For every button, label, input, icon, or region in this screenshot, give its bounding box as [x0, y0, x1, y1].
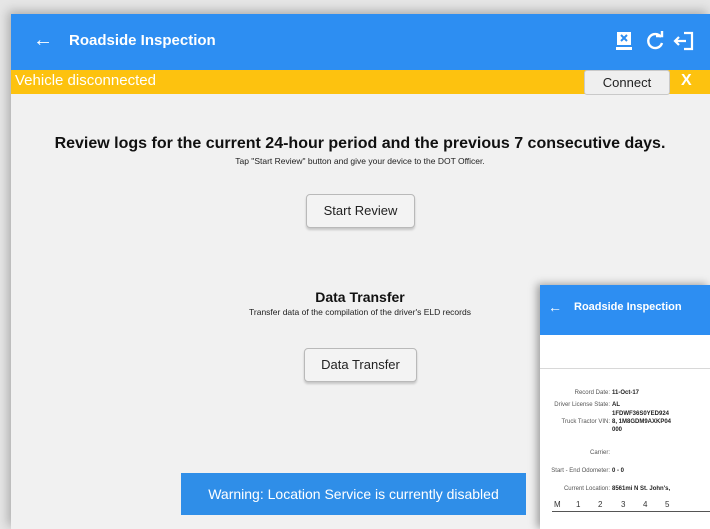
graph-axis-label: 1 [576, 500, 581, 509]
back-arrow-icon[interactable]: ← [33, 28, 53, 52]
data-transfer-button[interactable]: Data Transfer [304, 348, 417, 382]
logout-icon[interactable] [673, 30, 695, 52]
connect-button[interactable]: Connect [584, 70, 670, 95]
preview-title: Roadside Inspection [574, 301, 682, 313]
preview-back-arrow-icon[interactable]: ← [548, 299, 562, 315]
inspection-preview-panel: ← Roadside Inspection Record Date: 11-Oc… [540, 285, 710, 529]
preview-divider [540, 368, 710, 369]
export-icon[interactable] [613, 30, 635, 52]
close-icon[interactable]: X [681, 72, 692, 90]
location-warning-toast: Warning: Location Service is currently d… [181, 473, 526, 515]
graph-axis-label: 4 [643, 500, 648, 509]
banner-message: Vehicle disconnected [15, 72, 156, 89]
app-bar: ← Roadside Inspection [11, 14, 710, 70]
refresh-icon[interactable] [644, 30, 666, 52]
review-instructions: Tap "Start Review" button and give your … [235, 156, 485, 166]
preview-app-bar: ← Roadside Inspection [540, 285, 710, 335]
start-review-button[interactable]: Start Review [306, 194, 415, 228]
graph-grid-line [552, 511, 710, 514]
review-heading: Review logs for the current 24-hour peri… [54, 135, 666, 152]
vehicle-status-banner: Vehicle disconnected Connect X [11, 70, 710, 95]
graph-axis-label: 2 [598, 500, 603, 509]
page-title: Roadside Inspection [69, 32, 216, 49]
graph-axis-label: M [554, 500, 561, 509]
graph-axis-label: 3 [621, 500, 626, 509]
graph-axis-label: 5 [665, 500, 670, 509]
